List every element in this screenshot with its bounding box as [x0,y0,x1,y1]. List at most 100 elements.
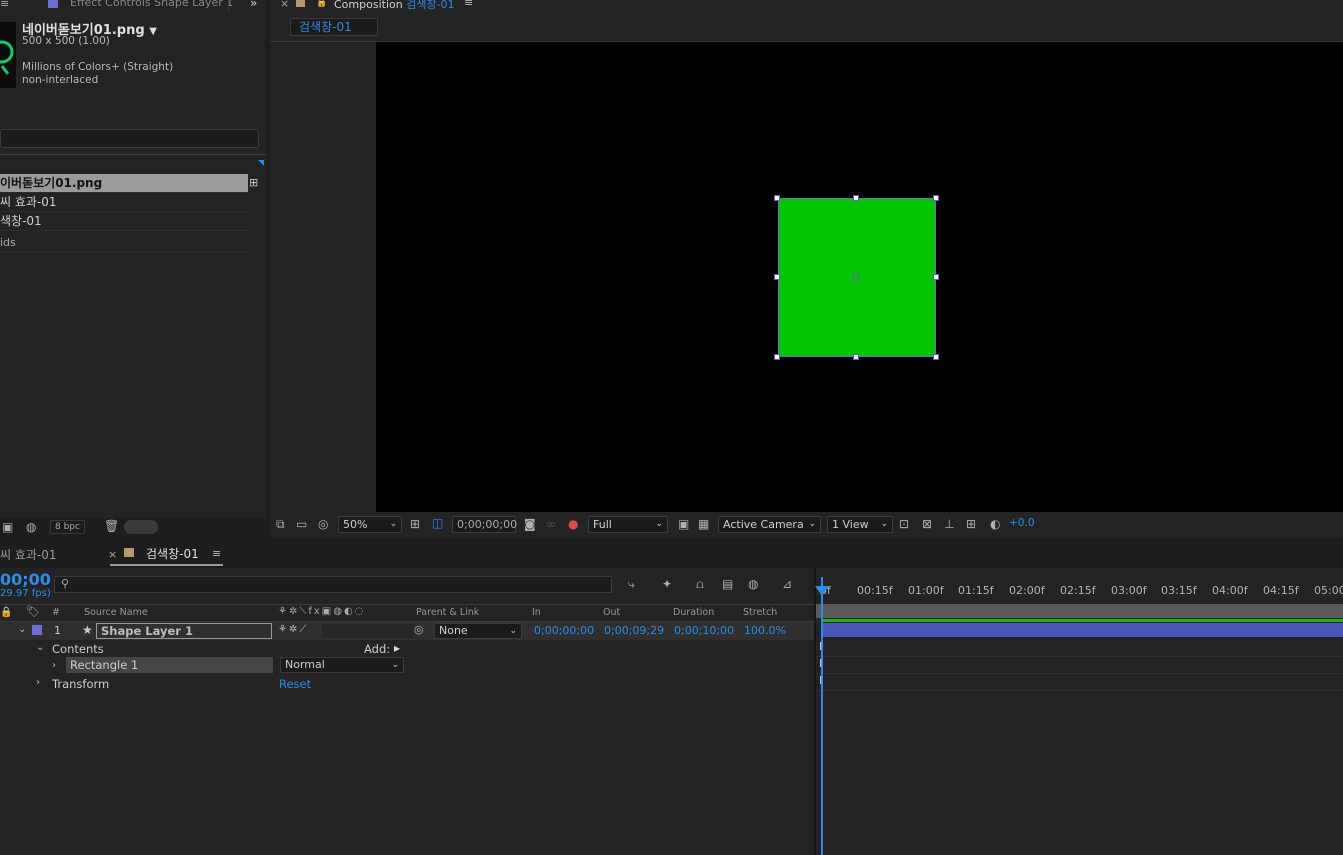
playhead-head-icon[interactable] [815,586,829,596]
comp-subtab[interactable]: 검색창-01 [290,18,378,36]
transform-handle[interactable] [933,195,939,201]
toggle-pixel-icon[interactable]: ⊡ [899,517,909,531]
zoom-select[interactable]: 50% ⌄ [338,516,402,533]
search-icon: ⚲ [61,577,70,590]
chevron-down-icon[interactable]: ⌄ [18,624,26,635]
header-stretch[interactable]: Stretch [743,607,777,618]
mask-icon[interactable]: ◎ [318,517,328,531]
flowchart-icon[interactable]: ⊞ [966,517,976,531]
tab-composition[interactable]: Composition 검색창-01 [334,0,455,12]
frame-blending-icon[interactable]: ▤ [722,577,733,591]
transform-handle[interactable] [933,354,939,360]
layer-name-field[interactable]: Shape Layer 1 [96,623,272,639]
tab-effect-controls[interactable]: Effect Controls Shape Layer 1 [70,0,233,9]
new-folder-icon[interactable]: ◍ [26,520,36,534]
timecode-display[interactable]: 0;00;00;00 [452,516,517,533]
work-area-bar[interactable] [816,604,1343,618]
transform-handle[interactable] [774,195,780,201]
header-out[interactable]: Out [603,607,620,618]
header-parent[interactable]: Parent & Link [416,607,479,618]
add-menu-icon[interactable]: ▸ [394,641,400,655]
tab-timeline-2[interactable]: 검색창-01 [146,545,199,562]
comp-flowchart-icon[interactable]: ⤷ [628,577,635,591]
shy-icon[interactable]: ⩍ [696,577,704,591]
expand-panels-icon[interactable]: » [250,0,257,10]
transparency-grid-icon[interactable]: ▦ [698,517,709,531]
divider [816,690,1343,691]
monitor-icon[interactable]: ▭ [296,517,307,531]
tab-timeline-1[interactable]: 씨 효과-01 [0,546,57,563]
camera-select[interactable]: Active Camera ⌄ [718,516,821,533]
rectangle-group[interactable]: Rectangle 1 [66,657,273,673]
header-in[interactable]: In [532,607,541,618]
channel-icon[interactable]: ● [568,517,578,531]
lock-icon[interactable]: 🔒 [0,606,12,620]
layer-duration-bar[interactable] [822,623,1343,637]
transform-handle[interactable] [774,354,780,360]
link-icon[interactable]: ∞ [546,517,556,531]
exposure-value[interactable]: +0.0 [1009,517,1035,529]
graph-editor-icon[interactable]: ⊿ [782,577,792,591]
composition-icon [124,548,134,557]
transform-handle[interactable] [853,195,859,201]
timeline-search-input[interactable]: ⚲ [54,576,612,593]
motion-blur-icon[interactable]: ◍ [748,577,758,591]
header-source-name[interactable]: Source Name [84,607,148,618]
roi-icon[interactable]: ▣ [678,517,689,531]
list-item[interactable]: ids [0,233,248,252]
view-layout-select[interactable]: 1 View ⌄ [827,516,893,533]
current-time[interactable]: 00;00 [0,570,51,589]
parent-select[interactable]: None ⌄ [434,623,522,639]
list-item[interactable]: 씨 효과-01 [0,193,248,212]
panel-menu-icon[interactable]: ≡ [0,0,12,12]
panel-menu-icon[interactable]: ≡ [212,547,221,560]
trash-icon[interactable]: 🗑 [104,519,119,533]
layer-switches[interactable]: ⚘✲⟋ [278,624,308,635]
grid-icon[interactable]: ⊞ [410,517,420,531]
layer-out[interactable]: 0;00;09;29 [604,624,664,637]
chevron-right-icon[interactable]: › [52,660,56,671]
header-num[interactable]: # [52,607,60,618]
list-item[interactable]: 이버돋보기01.png [0,174,248,193]
layer-switch-cells[interactable] [322,624,414,638]
scroll-handle[interactable] [124,520,158,534]
flowchart-icon[interactable]: ⊞ [249,176,258,189]
list-item[interactable]: 색창-01 [0,212,248,231]
draft-3d-icon[interactable]: ✦ [662,577,672,591]
layer-in[interactable]: 0;00;00;00 [534,624,594,637]
interpret-footage-icon[interactable]: ▣ [2,520,13,534]
label-icon[interactable]: 🏷 [26,605,40,619]
timeline-icon[interactable]: ⊥ [944,517,954,531]
chevron-down-icon[interactable]: ⌄ [36,642,44,653]
bpc-toggle[interactable]: 8 bpc [50,520,85,534]
resolution-select[interactable]: Full ⌄ [588,516,668,533]
lock-icon[interactable]: 🔒 [316,0,327,8]
transform-handle[interactable] [853,354,859,360]
chevron-right-icon[interactable]: › [36,677,40,688]
camera-icon[interactable]: ◙ [524,517,536,531]
switches-icons: ⚘✲⟍fx▣◍◐◌ [278,606,366,617]
label-color-swatch[interactable] [32,625,42,635]
ruler-tick: 01:15f [958,584,994,597]
anchor-point-icon[interactable] [852,273,860,281]
region-icon[interactable]: ◫ [432,516,443,530]
panel-menu-icon[interactable]: ≡ [464,0,473,9]
transform-handle[interactable] [774,274,780,280]
transform-handle[interactable] [933,274,939,280]
pick-whip-icon[interactable]: ◎ [414,623,424,636]
playhead[interactable] [821,577,823,855]
reset-exposure-icon[interactable]: ◐ [990,517,1000,531]
item-colors: Millions of Colors+ (Straight) [22,61,174,73]
time-ruler[interactable]: 0f 00:15f 01:00f 01:15f 02:00f 02:15f 03… [820,577,1343,602]
timeline-tabbar: 씨 효과-01 × 검색창-01 ≡ [0,540,1343,568]
close-icon[interactable]: × [280,0,289,10]
close-icon[interactable]: × [108,548,117,561]
fast-preview-icon[interactable]: ⊠ [922,517,932,531]
preview-icon[interactable]: ⧉ [276,517,285,531]
header-duration[interactable]: Duration [673,607,714,618]
blend-mode-select[interactable]: Normal ⌄ [280,657,404,673]
project-search-input[interactable] [0,129,259,148]
layer-duration[interactable]: 0;00;10;00 [674,624,734,637]
reset-link[interactable]: Reset [279,677,311,691]
layer-stretch[interactable]: 100.0% [744,624,786,637]
